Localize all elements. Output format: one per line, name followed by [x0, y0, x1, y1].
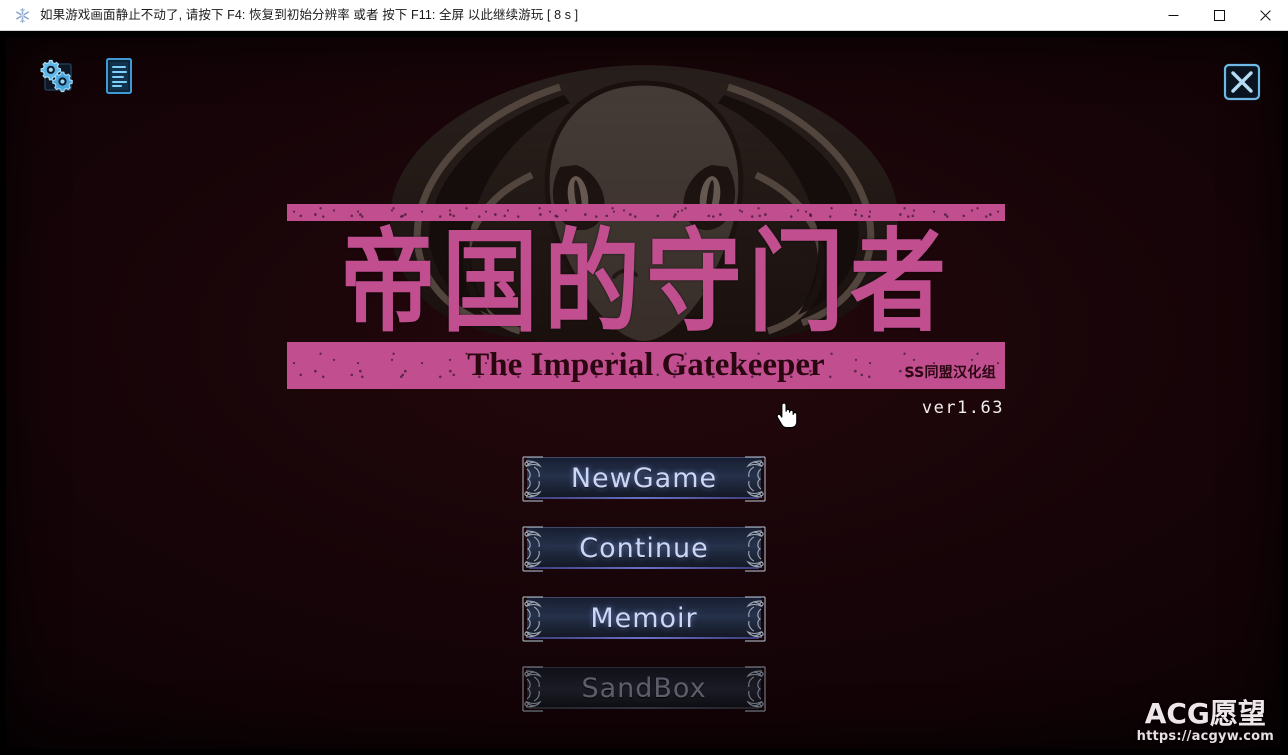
application-window: 如果游戏画面静止不动了, 请按下 F4: 恢复到初始分辨率 或者 按下 F11:… [0, 0, 1288, 755]
snowflake-icon [14, 7, 31, 24]
maximize-button[interactable] [1196, 0, 1242, 31]
button-underline [529, 497, 759, 499]
menu-button-sandbox[interactable]: SandBox [521, 665, 767, 713]
titlebar-message: 如果游戏画面静止不动了, 请按下 F4: 恢复到初始分辨率 或者 按下 F11:… [40, 7, 579, 22]
logo-band-top [287, 204, 1005, 221]
logo-title-chinese: 帝国的守门者 [340, 221, 952, 342]
menu-button-label: NewGame [570, 462, 718, 494]
game-viewport: 帝国的守门者 The Imperial Gatekeeper SS同盟汉化组 v… [0, 31, 1288, 755]
close-icon [1259, 9, 1271, 21]
version-label: ver1.63 [921, 398, 1004, 418]
menu-button-newgame[interactable]: NewGame [521, 455, 767, 503]
menu-button-label: SandBox [581, 672, 707, 704]
watermark-name: ACG愿望 [1144, 697, 1266, 730]
titlebar: 如果游戏画面静止不动了, 请按下 F4: 恢复到初始分辨率 或者 按下 F11:… [0, 0, 1288, 31]
game-tool-icons [36, 55, 140, 97]
button-underline [529, 567, 759, 569]
document-notes-icon[interactable] [98, 55, 140, 97]
menu-button-label: Continue [579, 532, 709, 564]
logo-translation-credit: SS同盟汉化组 [904, 365, 996, 381]
game-logo: 帝国的守门者 The Imperial Gatekeeper SS同盟汉化组 [287, 204, 1005, 389]
main-menu: NewGame Continue Memoir SandBox [521, 455, 767, 735]
button-underline [529, 707, 759, 709]
menu-button-label: Memoir [590, 602, 698, 634]
close-x-icon [1223, 63, 1261, 101]
menu-button-memoir[interactable]: Memoir [521, 595, 767, 643]
minimize-button[interactable] [1150, 0, 1196, 31]
game-close-button[interactable] [1223, 63, 1261, 101]
window-controls [1150, 0, 1288, 31]
site-watermark: ACG愿望 https://acgyw.com [1137, 699, 1274, 745]
minimize-icon [1168, 14, 1178, 16]
watermark-url: https://acgyw.com [1136, 729, 1274, 744]
gears-settings-icon[interactable] [36, 55, 78, 97]
close-button[interactable] [1242, 0, 1288, 31]
menu-button-continue[interactable]: Continue [521, 525, 767, 573]
button-underline [529, 637, 759, 639]
pointing-hand-cursor [776, 402, 798, 429]
logo-title-english: The Imperial Gatekeeper [467, 347, 825, 383]
maximize-icon [1213, 9, 1225, 21]
logo-title-area: 帝国的守门者 [287, 221, 1005, 342]
